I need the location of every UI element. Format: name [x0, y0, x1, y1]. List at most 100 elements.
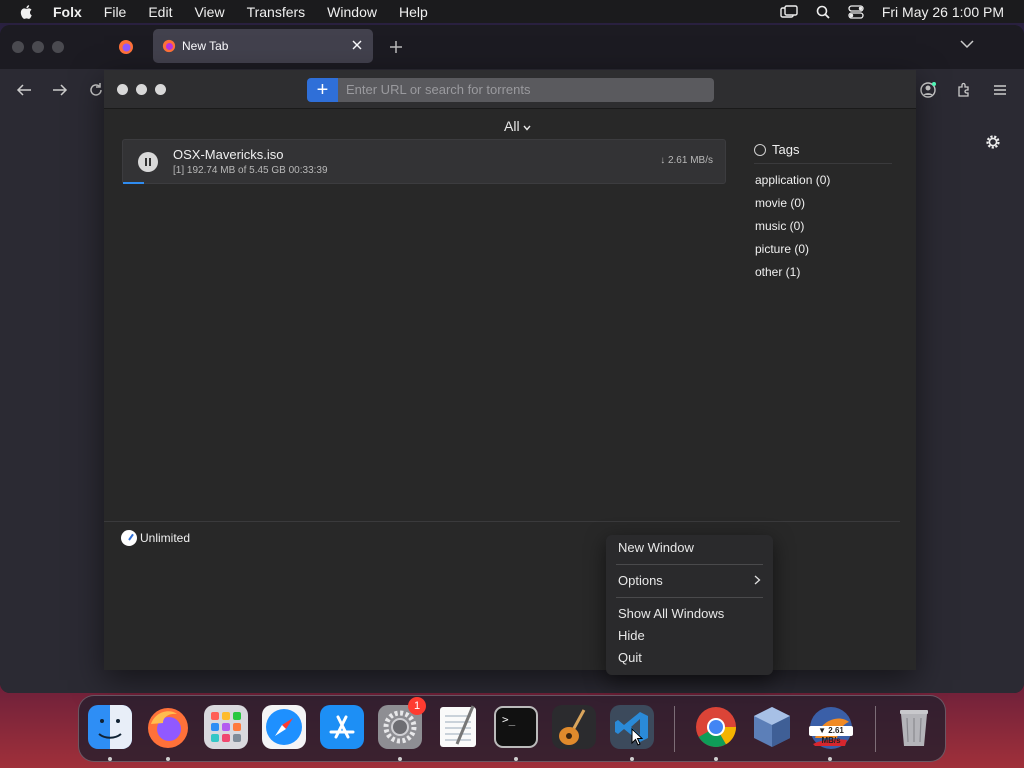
folx-close-button[interactable]: [117, 84, 128, 95]
trash-icon: [900, 710, 928, 746]
footer-divider: [104, 521, 900, 522]
dock-virtualbox[interactable]: [749, 704, 795, 750]
dock-garageband[interactable]: [551, 704, 597, 750]
running-indicator: [630, 757, 634, 761]
notification-badge: 1: [408, 697, 426, 715]
new-tab-plus-icon[interactable]: [386, 37, 406, 57]
dock-context-menu: New Window Options Show All Windows Hide…: [606, 535, 773, 675]
back-arrow-icon[interactable]: [15, 81, 33, 99]
extensions-puzzle-icon[interactable]: [955, 81, 973, 99]
menu-item-quit[interactable]: Quit: [618, 650, 642, 665]
dock-textedit[interactable]: [435, 704, 481, 750]
tag-application[interactable]: application (0): [755, 173, 892, 187]
dock-finder[interactable]: [87, 704, 133, 750]
menu-item-show-all-windows[interactable]: Show All Windows: [618, 606, 724, 621]
menu-file[interactable]: File: [104, 4, 127, 20]
firefox-window-controls: [12, 41, 64, 53]
garageband-guitar-icon: [552, 705, 596, 749]
filter-dropdown[interactable]: All: [504, 118, 531, 134]
running-indicator: [714, 757, 718, 761]
menu-edit[interactable]: Edit: [148, 4, 172, 20]
spotlight-search-icon[interactable]: [816, 5, 830, 19]
menu-separator: [616, 597, 763, 598]
tag-movie[interactable]: movie (0): [755, 196, 892, 210]
menu-transfers[interactable]: Transfers: [247, 4, 306, 20]
chevron-down-icon: [523, 125, 531, 131]
menu-bar-clock[interactable]: Fri May 26 1:00 PM: [882, 4, 1004, 20]
tags-panel: Tags application (0) movie (0) music (0)…: [754, 142, 892, 279]
close-tab-icon[interactable]: [349, 37, 365, 53]
tag-picture[interactable]: picture (0): [755, 242, 892, 256]
display-mirroring-icon[interactable]: [780, 4, 798, 19]
pinned-tab-firefox[interactable]: [108, 31, 144, 63]
app-store-icon: [320, 705, 364, 749]
textedit-icon: [440, 705, 476, 747]
plus-icon: +: [316, 79, 329, 101]
firefox-tab-bar: New Tab: [0, 25, 1024, 69]
add-download-button[interactable]: +: [307, 78, 338, 102]
speed-limit-label: Unlimited: [140, 531, 191, 545]
tag-music[interactable]: music (0): [755, 219, 892, 233]
tag-other[interactable]: other (1): [755, 265, 892, 279]
menu-item-hide[interactable]: Hide: [618, 628, 645, 643]
menu-help[interactable]: Help: [399, 4, 428, 20]
running-indicator: [514, 757, 518, 761]
safari-compass-icon: [262, 705, 306, 749]
running-indicator: [828, 757, 832, 761]
menu-bar-status-area: Fri May 26 1:00 PM: [780, 0, 1004, 23]
firefox-zoom-button[interactable]: [52, 41, 64, 53]
folx-minimize-button[interactable]: [136, 84, 147, 95]
chrome-icon: [696, 707, 736, 747]
firefox-close-button[interactable]: [12, 41, 24, 53]
dock-separator: [875, 706, 876, 752]
menu-item-new-window[interactable]: New Window: [618, 540, 694, 555]
menu-window[interactable]: Window: [327, 4, 377, 20]
dock-app-store[interactable]: [319, 704, 365, 750]
speed-limit-control[interactable]: Unlimited: [121, 530, 190, 546]
download-details: [1] 192.74 MB of 5.45 GB 00:33:39: [173, 165, 328, 176]
tab-new-tab[interactable]: New Tab: [153, 29, 373, 63]
firefox-minimize-button[interactable]: [32, 41, 44, 53]
menu-separator: [616, 564, 763, 565]
reload-icon[interactable]: [87, 81, 105, 99]
firefox-logo-icon: [162, 39, 176, 53]
url-search-input[interactable]: Enter URL or search for torrents: [338, 78, 714, 102]
running-indicator: [166, 757, 170, 761]
dock-launchpad[interactable]: [203, 704, 249, 750]
settings-gear-icon[interactable]: [984, 133, 1002, 151]
hamburger-menu-icon[interactable]: [991, 81, 1009, 99]
running-indicator: [108, 757, 112, 761]
dock-terminal[interactable]: >_: [493, 704, 539, 750]
finder-icon: [88, 705, 132, 749]
chevron-right-icon: [754, 575, 761, 585]
running-indicator: [398, 757, 402, 761]
tag-ring-icon: [754, 143, 766, 156]
dock-system-preferences[interactable]: 1: [377, 697, 426, 750]
apple-logo-icon[interactable]: [19, 4, 35, 20]
tags-header[interactable]: Tags: [754, 142, 892, 164]
download-name: OSX-Mavericks.iso: [173, 147, 284, 162]
account-icon[interactable]: [919, 81, 937, 99]
menu-view[interactable]: View: [194, 4, 224, 20]
dock-trash[interactable]: [891, 704, 937, 750]
folx-zoom-button[interactable]: [155, 84, 166, 95]
menu-app-name[interactable]: Folx: [53, 4, 82, 20]
dock-firefox[interactable]: [145, 704, 191, 750]
dock-speed-badge: ▼ 2.61 MB/s: [809, 726, 853, 745]
virtualbox-icon: [754, 707, 790, 747]
download-row[interactable]: OSX-Mavericks.iso [1] 192.74 MB of 5.45 …: [122, 139, 726, 184]
menu-item-options[interactable]: Options: [618, 573, 663, 588]
dock-safari[interactable]: [261, 704, 307, 750]
folx-window-controls: [117, 84, 166, 95]
control-center-icon[interactable]: [848, 4, 864, 19]
folx-toolbar: + Enter URL or search for torrents: [104, 70, 916, 109]
pause-icon[interactable]: [138, 152, 158, 172]
launchpad-icon: [204, 705, 248, 749]
folx-window: + Enter URL or search for torrents All O…: [104, 70, 916, 670]
tab-list-chevron-down-icon[interactable]: [960, 39, 974, 49]
download-progress-bar: [123, 182, 144, 184]
dock-chrome[interactable]: [693, 704, 739, 750]
dock-folx[interactable]: ▼ 2.61 MB/s: [807, 704, 853, 750]
forward-arrow-icon[interactable]: [51, 81, 69, 99]
firefox-icon: [148, 708, 188, 748]
